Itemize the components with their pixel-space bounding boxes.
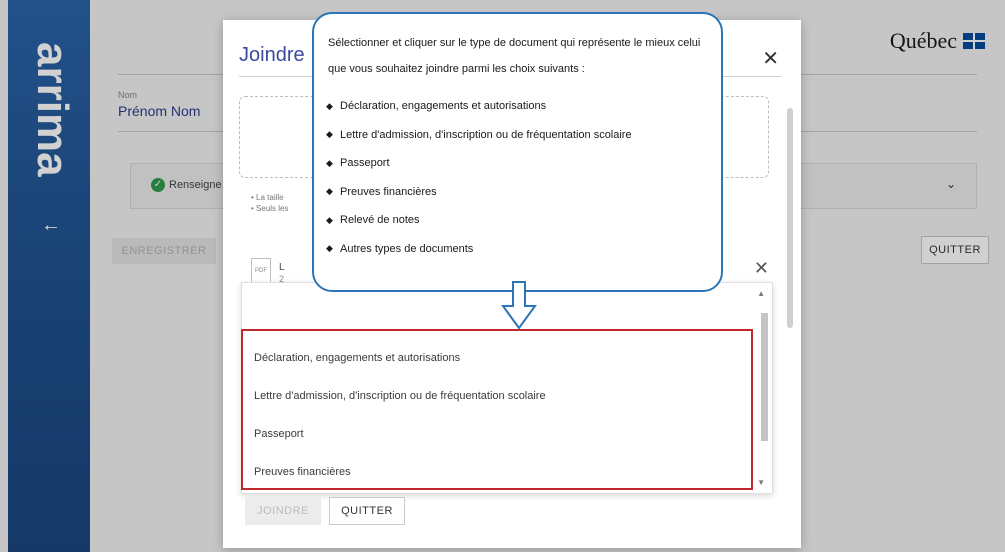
callout-item: ◆ Autres types de documents (326, 242, 474, 255)
callout-item: ◆ Relevé de notes (326, 214, 420, 227)
callout-item: ◆ Passeport (326, 157, 390, 170)
pdf-file-icon: PDF (251, 258, 271, 284)
upload-hints: La taille Seuls les (251, 192, 289, 214)
callout-item: ◆ Lettre d'admission, d'inscription ou de… (326, 128, 632, 141)
join-button[interactable]: JOINDRE (245, 497, 321, 525)
callout-item: ◆ Preuves financières (326, 185, 437, 198)
callout-item: ◆ Déclaration, engagements et autorisatio… (326, 100, 547, 113)
close-icon[interactable]: ✕ (762, 46, 779, 71)
highlight-box (241, 329, 753, 490)
remove-file-icon[interactable]: ✕ (754, 258, 769, 279)
modal-title: Joindre (239, 44, 305, 66)
hint-item: La taille (251, 192, 289, 203)
scroll-up-icon[interactable]: ▲ (757, 289, 765, 298)
instruction-callout: Sélectionner et cliquer sur le type de d… (312, 12, 723, 292)
hint-item: Seuls les (251, 203, 288, 214)
file-name: L (279, 262, 285, 273)
callout-list: ◆ Déclaration, engagements et autorisatio… (326, 92, 716, 263)
down-arrow-icon (501, 281, 537, 330)
modal-quit-button[interactable]: QUITTER (329, 497, 405, 525)
callout-intro: Sélectionner et cliquer sur le type de d… (328, 37, 701, 75)
modal-scrollbar[interactable] (787, 108, 793, 328)
